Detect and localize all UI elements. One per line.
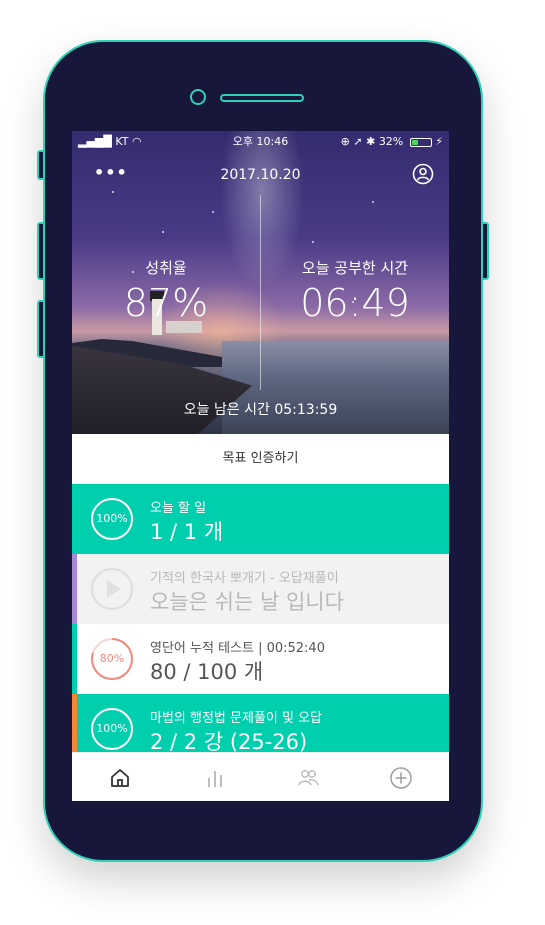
sea-background xyxy=(222,341,449,434)
achievement-label: 성취율 xyxy=(145,259,187,277)
volume-down-button xyxy=(37,300,45,358)
date-label: 2017.10.20 xyxy=(220,167,301,183)
task-card[interactable]: 100% 오늘 할 일 1 / 1 개 xyxy=(72,484,449,554)
status-bar: ▂▄▆█ KT ◠ 오후 10:46 ⊕ ➚ ✱ 32% ⚡ xyxy=(72,131,449,153)
status-right: ⊕ ➚ ✱ 32% ⚡ xyxy=(341,131,443,153)
lock-rotation-icon: ⊕ xyxy=(340,135,350,148)
tab-bar xyxy=(72,752,449,801)
progress-percent: 80% xyxy=(99,652,125,665)
task-progress-text: 오늘은 쉬는 날 입니다 xyxy=(150,590,344,614)
home-icon[interactable] xyxy=(107,765,133,791)
task-card[interactable]: 기적의 한국사 뽀개기 - 오답재풀이오늘은 쉬는 날 입니다 xyxy=(72,554,449,624)
card-accent-bar xyxy=(72,484,77,554)
progress-percent: 100% xyxy=(96,512,128,525)
verify-goal-button[interactable]: 목표 인증하기 xyxy=(72,434,449,484)
remaining-time: 오늘 남은 시간 05:13:59 xyxy=(183,402,338,418)
task-title: 영단어 누적 테스트 | 00:52:40 xyxy=(150,641,325,656)
app-screen: ▂▄▆█ KT ◠ 오후 10:46 ⊕ ➚ ✱ 32% ⚡ ••• 2017.… xyxy=(72,131,449,801)
progress-percent xyxy=(90,567,134,611)
progress-percent: 100% xyxy=(96,722,128,735)
task-title: 기적의 한국사 뽀개기 - 오답재풀이 xyxy=(150,571,339,586)
achievement-value: 87% xyxy=(123,281,209,325)
task-title: 오늘 할 일 xyxy=(150,501,207,516)
task-progress-text: 80 / 100 개 xyxy=(150,660,264,684)
mute-switch xyxy=(37,150,45,180)
speaker-grille xyxy=(220,94,304,102)
add-icon[interactable] xyxy=(388,765,414,791)
battery-percent: 32% xyxy=(378,135,404,148)
battery-level xyxy=(411,139,418,145)
card-accent-bar xyxy=(72,624,77,694)
task-title: 마법의 행정법 문제풀이 및 오답 xyxy=(150,711,323,726)
study-time-label: 오늘 공부한 시간 xyxy=(301,259,409,277)
volume-up-button xyxy=(37,222,45,280)
group-icon[interactable] xyxy=(295,765,321,791)
study-time-value: 06:49 xyxy=(300,281,410,325)
charging-icon: ⚡ xyxy=(435,135,443,148)
front-camera xyxy=(190,89,206,105)
user-circle-icon[interactable] xyxy=(412,163,434,185)
task-card[interactable]: 80% 영단어 누적 테스트 | 00:52:40 80 / 100 개 xyxy=(72,624,449,694)
hero-banner: ▂▄▆█ KT ◠ 오후 10:46 ⊕ ➚ ✱ 32% ⚡ ••• 2017.… xyxy=(72,131,449,434)
power-button xyxy=(481,222,489,280)
card-accent-bar xyxy=(72,554,77,624)
location-icon: ➚ xyxy=(353,135,363,148)
battery-icon xyxy=(409,137,432,147)
task-progress-text: 1 / 1 개 xyxy=(150,520,224,544)
bluetooth-icon: ✱ xyxy=(366,135,376,148)
stats-icon[interactable] xyxy=(202,765,228,791)
